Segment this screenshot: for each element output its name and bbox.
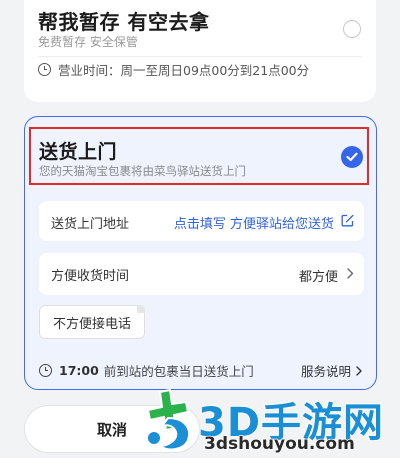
cancel-button-label: 取消: [96, 420, 127, 439]
delivery-time-row[interactable]: 方便收货时间 都方便: [39, 253, 364, 295]
delivery-option-card[interactable]: 送货上门 您的天猫淘宝包裹将由菜鸟驿站送货上门 送货上门地址 点击填写 方便驿站…: [24, 116, 377, 390]
chevron-right-icon: [347, 268, 354, 279]
business-hours-text: 营业时间：周一至周日09点00分到21点00分: [58, 63, 310, 78]
no-phone-call-chip[interactable]: 不方便接电话: [39, 305, 145, 339]
delivery-time-value: 都方便: [298, 270, 338, 285]
delivery-note-row: 17:00 前到站的包裹当日送货上门 服务说明: [39, 361, 362, 380]
delivery-time-label: 方便收货时间: [51, 269, 130, 284]
service-info-label: 服务说明: [300, 364, 351, 379]
business-hours-row: 营业时间：周一至周日09点00分到21点00分: [38, 60, 309, 79]
delivery-option-title: 送货上门: [39, 141, 118, 163]
no-phone-call-label: 不方便接电话: [52, 316, 131, 332]
clock-icon: [38, 63, 51, 76]
edit-icon[interactable]: [341, 214, 354, 227]
divider: [38, 56, 362, 57]
delivery-address-row[interactable]: 送货上门地址 点击填写 方便驿站给您送货: [39, 201, 364, 241]
watermark-logo-icon: [146, 388, 190, 451]
pickup-option-card[interactable]: 帮我暂存 有空去拿 免费暂存 安全保管 营业时间：周一至周日09点00分到21点…: [24, 0, 376, 102]
delivery-option-subtitle: 您的天猫淘宝包裹将由菜鸟驿站送货上门: [39, 164, 246, 178]
clock-icon: [39, 364, 52, 377]
deadline-note: 前到站的包裹当日送货上门: [103, 364, 254, 379]
fill-address-link[interactable]: 点击填写 方便驿站给您送货: [174, 213, 334, 232]
service-info-link[interactable]: 服务说明: [301, 361, 362, 380]
pickup-radio-button[interactable]: [343, 20, 361, 38]
chevron-right-icon: [356, 365, 362, 376]
delivery-radio-checked[interactable]: [341, 146, 363, 168]
pickup-option-title: 帮我暂存 有空去拿: [38, 10, 210, 34]
chip-corner-mark: [137, 305, 145, 313]
watermark-url-text: 3dshouyou.com: [203, 433, 355, 455]
pickup-option-subtitle: 免费暂存 安全保管: [38, 35, 138, 49]
delivery-address-label: 送货上门地址: [51, 217, 130, 232]
checkmark-icon: [346, 152, 358, 162]
deadline-time: 17:00: [59, 363, 99, 378]
